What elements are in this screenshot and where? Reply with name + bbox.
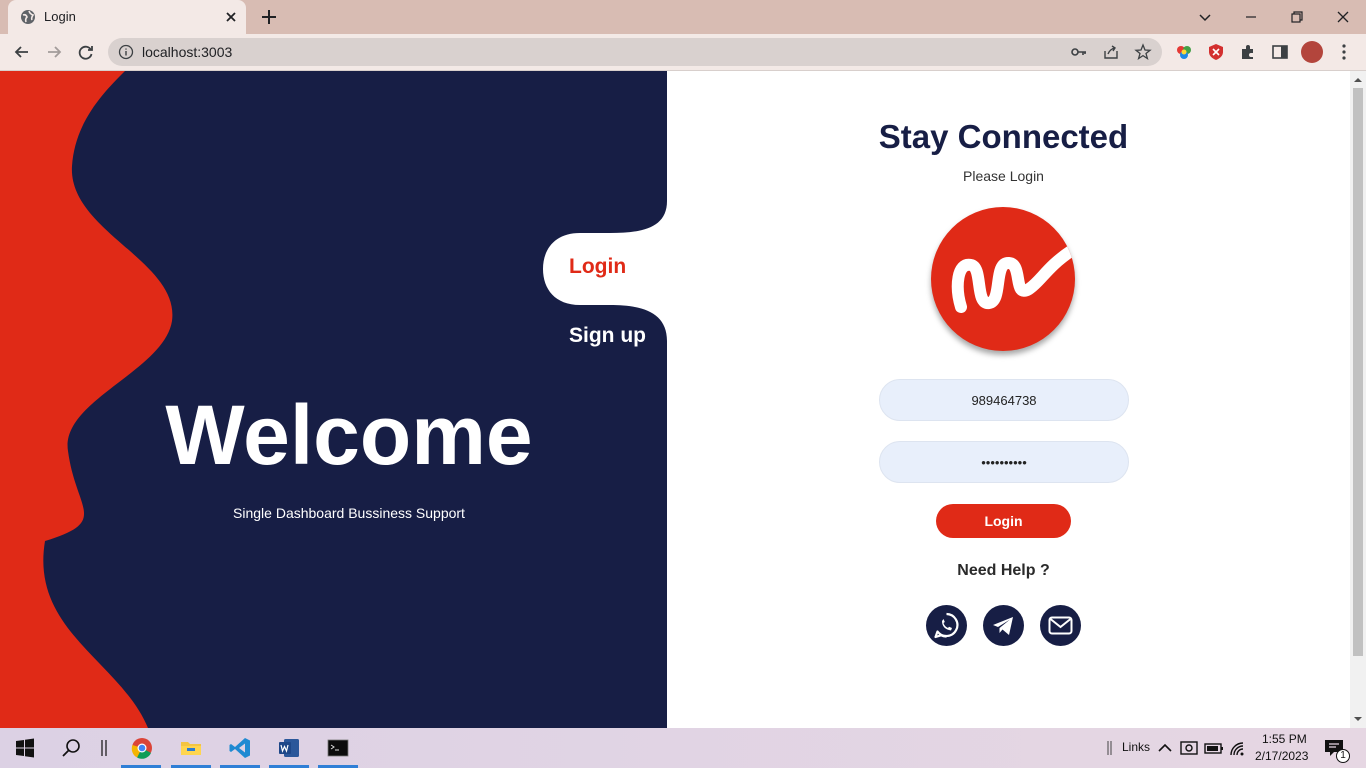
windows-start-icon[interactable]	[13, 736, 37, 760]
task-view-icon[interactable]	[92, 736, 116, 760]
telegram-icon	[993, 617, 1013, 635]
login-form-panel: Stay Connected Please Login Login Need H…	[667, 71, 1350, 728]
scroll-thumb[interactable]	[1353, 88, 1363, 656]
search-icon[interactable]	[60, 736, 84, 760]
side-panel-icon[interactable]	[1270, 42, 1290, 62]
profile-avatar[interactable]	[1301, 41, 1323, 63]
notification-count-badge: 1	[1336, 749, 1350, 763]
mail-icon	[1048, 616, 1073, 635]
extensions-puzzle-icon[interactable]	[1238, 42, 1258, 62]
toolbar-separator-icon	[1107, 741, 1112, 755]
active-tab-notch	[543, 201, 667, 341]
close-tab-icon[interactable]	[222, 8, 240, 26]
browser-tab[interactable]: Login	[8, 0, 246, 34]
menu-dots-icon[interactable]	[1334, 42, 1354, 62]
email-button[interactable]	[1040, 605, 1081, 646]
brand-logo-mark	[951, 245, 1075, 313]
browser-tabbar: Login	[0, 0, 1366, 34]
reload-icon[interactable]	[76, 42, 96, 62]
tagline: Single Dashboard Bussiness Support	[233, 505, 465, 521]
share-icon[interactable]	[1102, 43, 1120, 61]
nav-signup-tab[interactable]: Sign up	[569, 324, 646, 348]
wifi-icon[interactable]	[1227, 736, 1251, 760]
vscode-icon[interactable]	[228, 736, 252, 760]
whatsapp-icon	[934, 612, 959, 639]
form-subtitle: Please Login	[963, 168, 1044, 184]
word-icon[interactable]	[277, 736, 301, 760]
key-icon[interactable]	[1070, 43, 1088, 61]
terminal-icon[interactable]	[326, 736, 350, 760]
need-help-label: Need Help ?	[957, 562, 1050, 579]
scroll-down-icon[interactable]	[1354, 715, 1362, 723]
shield-extension-icon[interactable]	[1206, 42, 1226, 62]
page-scrollbar[interactable]	[1350, 71, 1366, 728]
welcome-heading: Welcome	[165, 388, 533, 482]
windows-taskbar: Links 1:55 PM 2/17/2023 1	[0, 728, 1366, 768]
page-content: Login Sign up Welcome Single Dashboard B…	[0, 71, 1350, 728]
globe-icon	[21, 10, 35, 24]
bookmark-star-icon[interactable]	[1134, 43, 1152, 61]
address-bar[interactable]: localhost:3003	[108, 38, 1162, 66]
chrome-icon[interactable]	[130, 736, 154, 760]
welcome-panel: Login Sign up Welcome Single Dashboard B…	[0, 71, 667, 728]
phone-input[interactable]	[879, 379, 1129, 421]
back-arrow-icon[interactable]	[12, 42, 32, 62]
telegram-button[interactable]	[983, 605, 1024, 646]
info-icon[interactable]	[118, 44, 134, 60]
battery-icon[interactable]	[1202, 736, 1226, 760]
clock-date[interactable]: 2/17/2023	[1255, 749, 1308, 763]
brand-logo	[931, 207, 1075, 351]
url-text: localhost:3003	[142, 44, 233, 60]
login-button[interactable]: Login	[936, 504, 1071, 538]
tray-app-icon[interactable]	[1177, 736, 1201, 760]
tab-search-icon[interactable]	[1192, 4, 1218, 30]
file-explorer-icon[interactable]	[179, 736, 203, 760]
minimize-icon[interactable]	[1238, 4, 1264, 30]
clock-time[interactable]: 1:55 PM	[1262, 732, 1307, 746]
chevron-up-icon[interactable]	[1153, 736, 1177, 760]
tab-title: Login	[44, 9, 76, 24]
browser-toolbar: localhost:3003	[0, 34, 1366, 71]
password-input[interactable]	[879, 441, 1129, 483]
form-title: Stay Connected	[878, 118, 1129, 155]
nav-login-tab[interactable]: Login	[569, 255, 626, 279]
forward-arrow-icon[interactable]	[44, 42, 64, 62]
links-toolbar[interactable]: Links	[1122, 740, 1150, 754]
whatsapp-button[interactable]	[926, 605, 967, 646]
restore-icon[interactable]	[1284, 4, 1310, 30]
new-tab-icon[interactable]	[258, 6, 280, 28]
close-window-icon[interactable]	[1330, 4, 1356, 30]
color-picker-extension-icon[interactable]	[1174, 42, 1194, 62]
scroll-up-icon[interactable]	[1354, 76, 1362, 84]
